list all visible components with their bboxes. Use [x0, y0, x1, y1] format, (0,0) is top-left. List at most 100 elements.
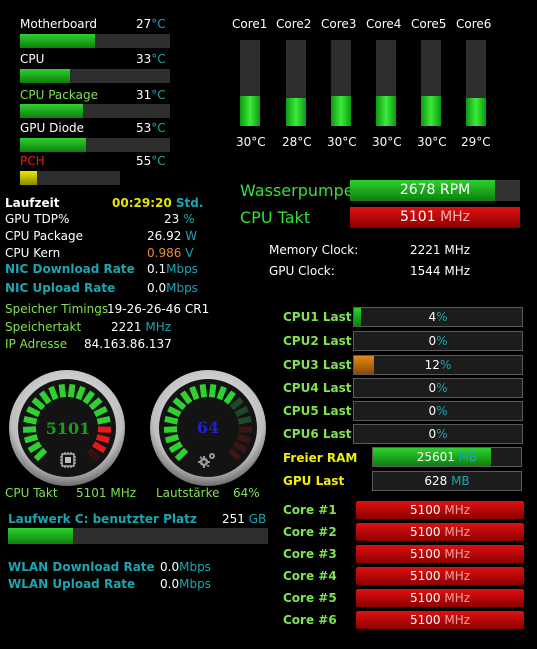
core2-clock-label: Core #2	[283, 525, 337, 539]
pump-bar: 2678 RPM	[350, 180, 520, 201]
cpu6-last-value: 0%	[428, 427, 448, 441]
core2-label: Core2	[276, 17, 312, 31]
cpu2-last-bar: 0%	[353, 331, 523, 351]
nic-download-label: NIC Download Rate	[5, 262, 135, 276]
gauge-tick	[22, 426, 37, 433]
ip-address-value: 84.163.86.137	[84, 337, 172, 351]
drive-value: 251 GB	[222, 512, 267, 526]
gauge-tick	[238, 426, 253, 433]
temp-value-cpu-package: 31°C	[136, 88, 166, 102]
cpu2-last-label: CPU2 Last	[283, 334, 352, 348]
gauge-tick	[164, 433, 180, 444]
core2-clock-value: 5100 MHz	[356, 523, 524, 541]
core3-bar	[331, 40, 351, 126]
temp-label-pch: PCH	[20, 154, 45, 168]
gauge-tick	[199, 383, 208, 398]
gauge-tick	[97, 426, 112, 433]
cpu5-last-label: CPU5 Last	[283, 404, 352, 418]
temp-bar-gpu-diode	[20, 138, 170, 152]
gauge-tick	[95, 433, 111, 444]
cpu3-last-value: 12%	[424, 358, 452, 372]
cpu6-last-bar: 0%	[353, 424, 523, 444]
cpu-kern-label: CPU Kern	[5, 246, 61, 260]
core3-clock-value: 5100 MHz	[356, 545, 524, 563]
core4-clock-label: Core #4	[283, 569, 337, 583]
core1-bar	[240, 40, 260, 126]
wlan-download-label: WLAN Download Rate	[8, 560, 155, 574]
gauge-tick	[164, 416, 179, 425]
cpu5-last-bar: 0%	[353, 401, 523, 421]
temp-label-cpu-package: CPU Package	[20, 88, 98, 102]
temp-label-cpu: CPU	[20, 52, 45, 66]
cpu1-last-label: CPU1 Last	[283, 310, 352, 324]
free-ram-label: Freier RAM	[283, 451, 358, 465]
gauge2-number: 64	[197, 418, 219, 437]
temp-value-motherboard: 27°C	[136, 17, 166, 31]
temp-value-gpu-diode: 53°C	[136, 121, 166, 135]
core4-clock-value: 5100 MHz	[356, 567, 524, 585]
nic-upload-label: NIC Upload Rate	[5, 281, 116, 295]
gauge1-caption: CPU Takt	[5, 486, 58, 500]
wlan-upload-label: WLAN Upload Rate	[8, 577, 136, 591]
core5-clock-label: Core #5	[283, 591, 337, 605]
cpu5-last-value: 0%	[428, 404, 448, 418]
gpu-clock-label: GPU Clock:	[269, 264, 335, 278]
gauge1-value: 5101 MHz	[76, 486, 137, 500]
temp-bar-cpu-package	[20, 104, 170, 118]
core6-clock-value: 5100 MHz	[356, 611, 524, 629]
core5-value: 30°C	[417, 135, 447, 149]
laufzeit-value: 00:29:20 Std.	[112, 196, 204, 210]
core1-value: 30°C	[236, 135, 266, 149]
chip-icon	[60, 452, 76, 468]
core5-label: Core5	[411, 17, 447, 31]
pump-label: Wasserpumpe	[240, 181, 354, 200]
core2-value: 28°C	[282, 135, 312, 149]
core6-label: Core6	[456, 17, 492, 31]
gauge2-value: 64%	[233, 486, 260, 500]
cpu4-last-value: 0%	[428, 381, 448, 395]
cpu2-last-value: 0%	[428, 334, 448, 348]
free-ram-bar: 25601 MB	[372, 447, 522, 467]
drive-label: Laufwerk C: benutzter Platz	[8, 512, 197, 526]
temp-bar-motherboard	[20, 34, 170, 48]
cpu-takt-label: CPU Takt	[240, 208, 311, 227]
gauge-tick	[23, 433, 39, 444]
gauge-tick	[208, 383, 217, 398]
memory-clock-label: Memory Clock:	[269, 243, 359, 257]
core3-label: Core3	[321, 17, 357, 31]
temp-label-gpu-diode: GPU Diode	[20, 121, 85, 135]
core1-label: Core1	[232, 17, 268, 31]
gpu-last-bar: 628 MB	[372, 471, 522, 491]
core2-bar	[286, 40, 306, 126]
core6-clock-label: Core #6	[283, 613, 337, 627]
cpu-takt-value: 5101 MHz	[350, 207, 520, 228]
gauge-tick	[163, 426, 178, 433]
cpu1-last-value: 4%	[428, 310, 448, 324]
core4-bar	[376, 40, 396, 126]
gpu-tdp-value: 23 %	[164, 212, 195, 226]
cpu-takt-gauge: 5101	[9, 370, 125, 486]
wlan-download-value: 0.0Mbps	[160, 560, 211, 574]
gauge-tick	[58, 383, 67, 398]
gauge2-caption: Lautstärke	[156, 486, 220, 500]
temp-value-pch: 55°C	[136, 154, 166, 168]
pump-value: 2678 RPM	[399, 182, 471, 198]
core5-bar	[421, 40, 441, 126]
temp-label-motherboard: Motherboard	[20, 17, 97, 31]
speichertakt-value: 2221 MHz	[111, 320, 172, 334]
temp-value-cpu: 33°C	[136, 52, 166, 66]
gpu-last-value: 628 MB	[424, 474, 470, 488]
cpu1-last-bar: 4%	[353, 307, 523, 327]
cpu-kern-value: 0.986 V	[147, 246, 194, 260]
gpu-tdp-label: GPU TDP%	[5, 212, 70, 226]
drive-bar	[8, 528, 268, 544]
cpu-package-power-value: 26.92 W	[147, 229, 198, 243]
core1-clock-value: 5100 MHz	[356, 501, 524, 519]
ip-address-label: IP Adresse	[5, 337, 68, 351]
cpu-package-power-label: CPU Package	[5, 229, 83, 243]
temp-bar-pch	[20, 171, 120, 185]
volume-gauge: 64	[150, 370, 266, 486]
cpu4-last-label: CPU4 Last	[283, 381, 352, 395]
core3-clock-label: Core #3	[283, 547, 337, 561]
gauge-tick	[67, 383, 76, 398]
